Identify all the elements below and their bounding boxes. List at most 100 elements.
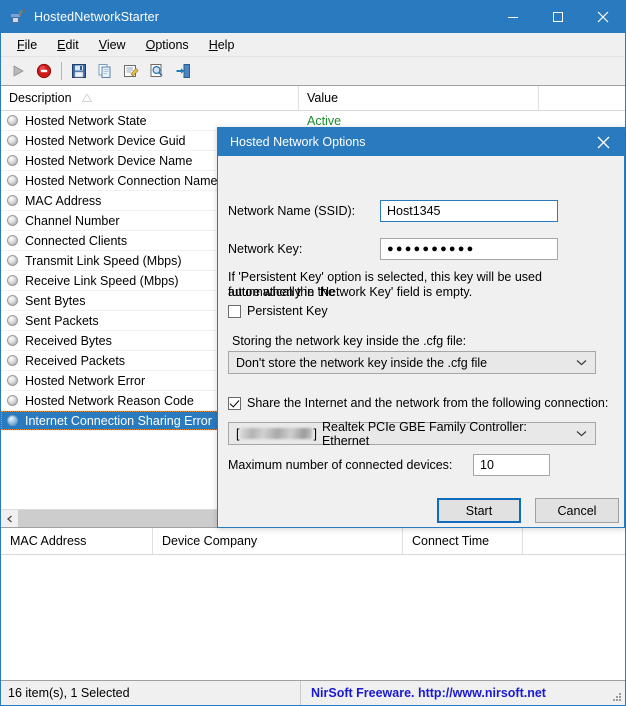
hosted-network-options-dialog: Hosted Network Options Network Name (SSI… — [217, 127, 625, 528]
menu-bar: File Edit View Options Help — [1, 33, 625, 57]
adapter-bracket-close: ] — [313, 426, 317, 441]
menu-options[interactable]: Options — [136, 36, 199, 54]
copy-icon — [98, 64, 111, 78]
window-controls — [490, 1, 625, 33]
sphere-icon — [7, 195, 18, 206]
minimize-icon[interactable] — [490, 1, 535, 33]
share-internet-checkbox[interactable] — [228, 396, 241, 410]
sphere-icon — [7, 235, 18, 246]
start-button[interactable]: Start — [437, 498, 521, 523]
toolbar-separator — [61, 62, 62, 80]
redaction-blur-icon — [240, 428, 313, 439]
start-button[interactable] — [5, 59, 31, 83]
sphere-icon — [7, 315, 18, 326]
row-description-label: Hosted Network Reason Code — [25, 393, 194, 408]
row-description-label: Sent Bytes — [25, 293, 86, 308]
menu-view[interactable]: View — [89, 36, 136, 54]
sort-ascending-icon — [81, 91, 92, 105]
floppy-disk-icon — [72, 64, 86, 78]
sphere-icon — [7, 335, 18, 346]
maximize-icon[interactable] — [535, 1, 580, 33]
persistent-key-label: Persistent Key — [247, 304, 328, 318]
row-description-cell: Internet Connection Sharing Error — [1, 411, 231, 430]
column-header-connect-time[interactable]: Connect Time — [403, 528, 523, 554]
properties-icon — [124, 65, 139, 77]
sphere-icon — [7, 355, 18, 366]
sphere-icon — [7, 275, 18, 286]
sphere-icon — [7, 415, 18, 426]
application-window: HostedNetworkStarter File Edit View Opti… — [0, 0, 626, 706]
network-key-input[interactable]: ●●●●●●●●●● — [380, 238, 558, 260]
chevron-down-icon — [576, 359, 587, 366]
column-header-description-label: Description — [9, 91, 72, 105]
menu-edit[interactable]: Edit — [47, 36, 89, 54]
persistent-key-checkbox[interactable] — [228, 304, 241, 318]
toolbar — [1, 57, 625, 86]
properties-button[interactable] — [118, 59, 144, 83]
ssid-label: Network Name (SSID): — [228, 204, 356, 218]
scrollbar-thumb[interactable] — [18, 510, 231, 527]
dialog-title-bar[interactable]: Hosted Network Options — [218, 128, 624, 156]
row-description-label: Sent Packets — [25, 313, 99, 328]
column-header-value-label: Value — [307, 91, 339, 105]
properties-list-header: Description Value — [1, 86, 625, 111]
network-adapter-selected-value: Realtek PCIe GBE Family Controller: Ethe… — [321, 419, 527, 448]
status-bar: 16 item(s), 1 Selected NirSoft Freeware.… — [1, 681, 625, 705]
redacted-adapter-name: [] — [236, 427, 317, 441]
storing-key-dropdown[interactable]: Don't store the network key inside the .… — [228, 351, 596, 374]
row-description-label: Received Bytes — [25, 333, 112, 348]
network-adapter-dropdown[interactable]: [] Realtek PCIe GBE Family Controller: E… — [228, 419, 596, 448]
network-key-masked-value: ●●●●●●●●●● — [387, 242, 476, 255]
row-description-label: Internet Connection Sharing Error — [25, 413, 212, 428]
column-header-description[interactable]: Description — [1, 86, 299, 110]
sphere-icon — [7, 395, 18, 406]
row-description-label: Hosted Network Connection Name — [25, 173, 218, 188]
ssid-input[interactable]: Host1345 — [380, 200, 558, 222]
status-item-count: 16 item(s), 1 Selected — [1, 681, 301, 705]
sphere-icon — [7, 215, 18, 226]
persistent-key-checkbox-row[interactable]: Persistent Key — [228, 304, 328, 318]
stop-icon — [36, 63, 52, 79]
max-devices-input[interactable]: 10 — [473, 454, 550, 476]
cancel-button[interactable]: Cancel — [535, 498, 619, 523]
find-button[interactable] — [144, 59, 170, 83]
network-adapter-icon — [8, 8, 26, 26]
column-header-filler — [523, 528, 625, 554]
status-credit-link[interactable]: NirSoft Freeware. http://www.nirsoft.net — [301, 681, 625, 705]
play-icon — [13, 65, 24, 77]
chevron-down-icon — [576, 430, 587, 437]
menu-help[interactable]: Help — [199, 36, 245, 54]
copy-button[interactable] — [92, 59, 118, 83]
horizontal-scrollbar[interactable] — [1, 509, 231, 527]
share-internet-label: Share the Internet and the network from … — [247, 396, 609, 410]
row-description-label: Received Packets — [25, 353, 126, 368]
column-header-device-company[interactable]: Device Company — [153, 528, 403, 554]
title-bar[interactable]: HostedNetworkStarter — [1, 1, 625, 33]
share-internet-checkbox-row[interactable]: Share the Internet and the network from … — [228, 396, 608, 410]
close-icon[interactable] — [580, 1, 625, 33]
clients-list-header: MAC Address Device Company Connect Time — [1, 528, 625, 555]
column-header-filler — [539, 86, 625, 110]
sphere-icon — [7, 155, 18, 166]
row-description-label: Hosted Network Device Guid — [25, 133, 186, 148]
column-header-mac-address[interactable]: MAC Address — [1, 528, 153, 554]
column-header-value[interactable]: Value — [299, 86, 539, 110]
storing-key-selected-value: Don't store the network key inside the .… — [236, 355, 488, 370]
exit-button[interactable] — [170, 59, 196, 83]
row-description-label: Transmit Link Speed (Mbps) — [25, 253, 182, 268]
sphere-icon — [7, 115, 18, 126]
sphere-icon — [7, 175, 18, 186]
resize-grip-icon[interactable] — [611, 691, 623, 703]
network-key-label: Network Key: — [228, 242, 303, 256]
row-description-label: Hosted Network Device Name — [25, 153, 193, 168]
scroll-left-arrow-icon[interactable] — [1, 510, 18, 527]
row-description-label: Connected Clients — [25, 233, 128, 248]
row-description-label: Hosted Network Error — [25, 373, 146, 388]
dialog-close-icon[interactable] — [582, 128, 624, 156]
save-button[interactable] — [66, 59, 92, 83]
stop-button[interactable] — [31, 59, 57, 83]
column-header-device-company-label: Device Company — [162, 534, 258, 548]
max-devices-label: Maximum number of connected devices: — [228, 458, 453, 472]
menu-file[interactable]: File — [7, 36, 47, 54]
sphere-icon — [7, 375, 18, 386]
